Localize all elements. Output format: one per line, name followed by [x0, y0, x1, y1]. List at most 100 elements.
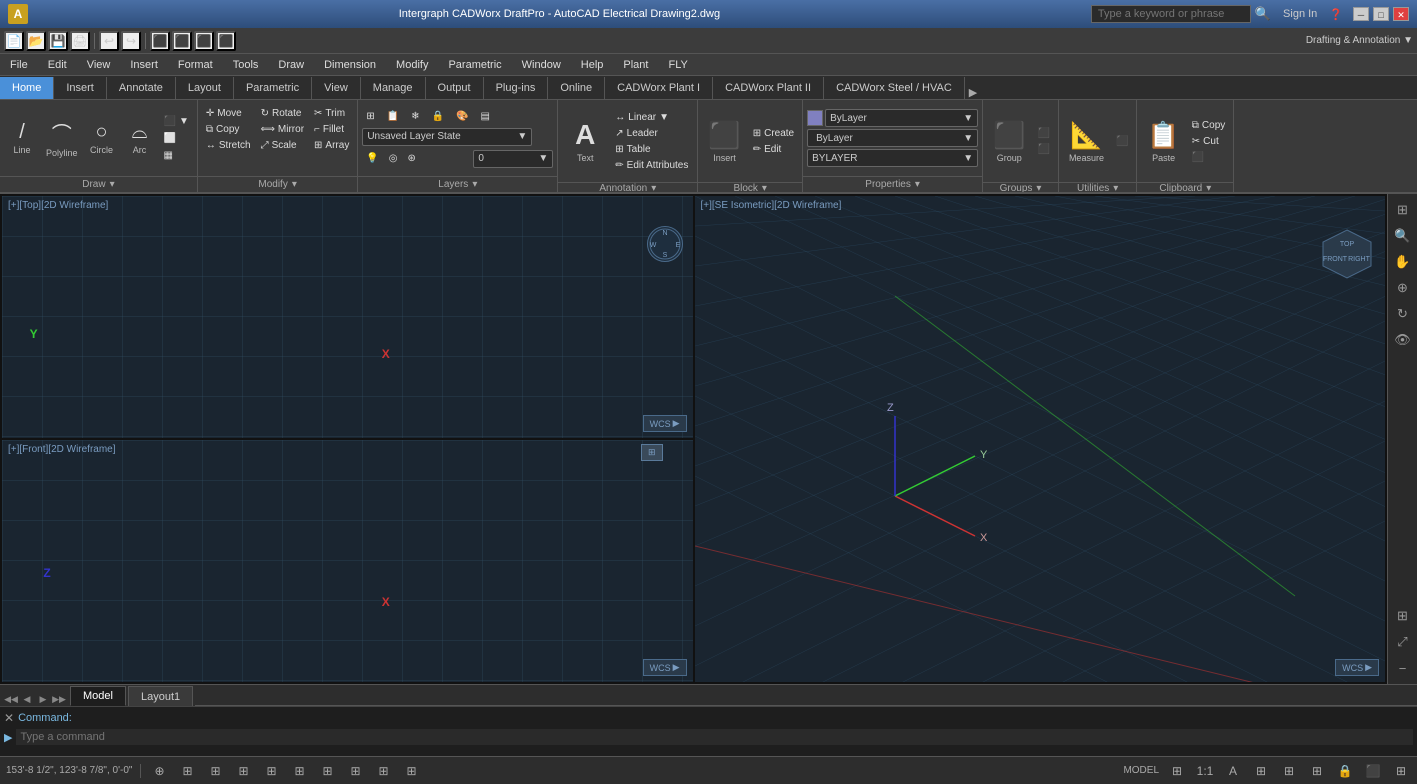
right-panel-pan-button[interactable]: ✋ [1391, 250, 1415, 274]
command-close-button[interactable]: ✕ [4, 711, 14, 725]
viewport-front-mini-map[interactable]: ⊞ [641, 444, 663, 461]
block-edit-button[interactable]: ✏ Edit [749, 142, 798, 157]
command-input-field[interactable] [16, 729, 1413, 745]
modify-scale-button[interactable]: ⤢ Scale [257, 138, 308, 153]
ribbon-annotation-label[interactable]: Annotation ▾ [558, 182, 697, 194]
layer-props-button[interactable]: 📋 [383, 109, 403, 124]
modify-move-button[interactable]: ✛ Move [202, 106, 255, 121]
ribbon-layers-label[interactable]: Layers ▾ [358, 176, 557, 192]
ribbon-block-label[interactable]: Block ▾ [698, 182, 802, 194]
menu-window[interactable]: Window [512, 54, 571, 76]
menu-modify[interactable]: Modify [386, 54, 438, 76]
qa-extra-3[interactable]: ⬛ [194, 31, 214, 51]
ribbon-modify-label[interactable]: Modify ▾ [198, 176, 357, 192]
tab-insert[interactable]: Insert [54, 77, 107, 99]
tab-output[interactable]: Output [426, 77, 484, 99]
draw-rect-button[interactable]: ⬜ [160, 131, 193, 146]
modify-fillet-button[interactable]: ⌐ Fillet [310, 122, 353, 137]
tab-nav-next[interactable]: ▶ [36, 692, 50, 706]
annotation-table-button[interactable]: ⊞ Table [611, 142, 692, 157]
signin-button[interactable]: Sign In [1283, 8, 1317, 20]
tab-online[interactable]: Online [548, 77, 605, 99]
layer-state-dropdown[interactable]: Unsaved Layer State ▼ [362, 128, 532, 146]
measure-button[interactable]: 📐 Measure [1063, 104, 1110, 178]
color-swatch[interactable] [807, 110, 823, 126]
menu-view[interactable]: View [77, 54, 121, 76]
paste-button[interactable]: 📋 Paste [1141, 104, 1185, 178]
draw-circle-button[interactable]: ○ Circle [84, 119, 120, 157]
group-button[interactable]: ⬛ Group [987, 104, 1031, 178]
tab-home[interactable]: Home [0, 77, 54, 99]
block-create-button[interactable]: ⊞ Create [749, 126, 798, 141]
right-panel-orbit-button[interactable]: ↻ [1391, 302, 1415, 326]
viewport-iso[interactable]: [+][SE Isometric][2D Wireframe] [695, 196, 1386, 682]
layer-manager-button[interactable]: ⊞ [362, 109, 378, 124]
plot-button[interactable]: 🖨 [70, 31, 90, 51]
menu-insert[interactable]: Insert [120, 54, 168, 76]
ribbon-draw-label[interactable]: Draw ▾ [0, 176, 197, 192]
tab-model[interactable]: Model [70, 686, 126, 706]
profile-dropdown[interactable]: Drafting & Annotation ▼ [1306, 35, 1413, 46]
modify-trim-button[interactable]: ✂ Trim [310, 106, 353, 121]
help-icon[interactable]: ❓ [1329, 8, 1343, 21]
ribbon-properties-label[interactable]: Properties ▾ [803, 176, 982, 192]
title-search-input[interactable] [1091, 5, 1251, 23]
modify-copy-button[interactable]: ⧉ Copy [202, 122, 255, 137]
viewport-top[interactable]: [+][Top][2D Wireframe] N S W E Y X WCS▶ [2, 196, 693, 438]
menu-tools[interactable]: Tools [223, 54, 269, 76]
modify-array-button[interactable]: ⊞ Array [310, 138, 353, 153]
color-dropdown[interactable]: ByLayer ▼ [825, 109, 978, 127]
ribbon-clipboard-label[interactable]: Clipboard ▾ [1137, 182, 1233, 194]
tab-view[interactable]: View [312, 77, 361, 99]
right-panel-view-button[interactable]: 👁 [1391, 328, 1415, 352]
viewport-iso-cube[interactable]: TOP RIGHT FRONT [1319, 226, 1375, 282]
right-panel-nav-button[interactable]: 🔍 [1391, 224, 1415, 248]
clipboard-extra[interactable]: ⬛ [1188, 150, 1230, 165]
tab-plugins[interactable]: Plug-ins [484, 77, 549, 99]
annotation-text-button[interactable]: A Text [563, 104, 607, 178]
minimize-button[interactable]: ─ [1353, 7, 1369, 21]
menu-edit[interactable]: Edit [38, 54, 77, 76]
draw-more-button[interactable]: ⬛ ▼ [160, 114, 193, 129]
menu-dimension[interactable]: Dimension [314, 54, 386, 76]
draw-hatch-button[interactable]: ▦ [160, 148, 193, 163]
ribbon-groups-label[interactable]: Groups ▾ [983, 182, 1058, 194]
utilities-extra1[interactable]: ⬛ [1112, 134, 1132, 149]
layer-isolate-button[interactable]: ◎ [385, 151, 402, 166]
new-button[interactable]: 📄 [4, 31, 24, 51]
right-panel-palettes-button[interactable]: ⊞ [1391, 198, 1415, 222]
right-panel-resize-button[interactable]: ⤢ [1391, 630, 1415, 654]
right-panel-minus-button[interactable]: − [1391, 656, 1415, 680]
tab-cadworx-steel[interactable]: CADWorx Steel / HVAC [824, 77, 965, 99]
group-extra1[interactable]: ⬛ [1033, 126, 1053, 141]
menu-plant[interactable]: Plant [613, 54, 658, 76]
tab-layout[interactable]: Layout [176, 77, 234, 99]
block-insert-button[interactable]: ⬛ Insert [702, 104, 746, 178]
annotation-leader-button[interactable]: ↗ Leader [611, 126, 692, 141]
tab-nav-prev[interactable]: ◀ [20, 692, 34, 706]
redo-button[interactable]: ↪ [121, 31, 141, 51]
save-button[interactable]: 💾 [48, 31, 68, 51]
cut-button[interactable]: ✂ Cut [1188, 134, 1230, 149]
layer-count-dropdown[interactable]: 0 ▼ [473, 150, 553, 168]
qa-extra-2[interactable]: ⬛ [172, 31, 192, 51]
open-button[interactable]: 📂 [26, 31, 46, 51]
viewport-top-label[interactable]: [+][Top][2D Wireframe] [8, 200, 108, 211]
modify-mirror-button[interactable]: ⟺ Mirror [257, 122, 308, 137]
layer-freeze-button[interactable]: ❄ [407, 109, 423, 124]
tab-nav-first[interactable]: ◀◀ [4, 692, 18, 706]
viewport-front-label[interactable]: [+][Front][2D Wireframe] [8, 444, 116, 455]
undo-button[interactable]: ↩ [99, 31, 119, 51]
ribbon-utilities-label[interactable]: Utilities ▾ [1059, 182, 1136, 194]
tab-cadworx-plant2[interactable]: CADWorx Plant II [713, 77, 824, 99]
modify-stretch-button[interactable]: ↔ Stretch [202, 138, 255, 153]
annotation-edit-attr-button[interactable]: ✏ Edit Attributes [611, 158, 692, 173]
viewport-iso-wcs[interactable]: WCS▶ [1335, 659, 1379, 676]
tab-cadworx-plant1[interactable]: CADWorx Plant I [605, 77, 713, 99]
annotation-linear-button[interactable]: ↔ Linear ▼ [611, 110, 692, 125]
menu-file[interactable]: File [0, 54, 38, 76]
maximize-button[interactable]: □ [1373, 7, 1389, 21]
tab-more-button[interactable]: ▶ [969, 86, 977, 99]
tab-annotate[interactable]: Annotate [107, 77, 176, 99]
search-icon[interactable]: 🔍 [1255, 6, 1271, 22]
